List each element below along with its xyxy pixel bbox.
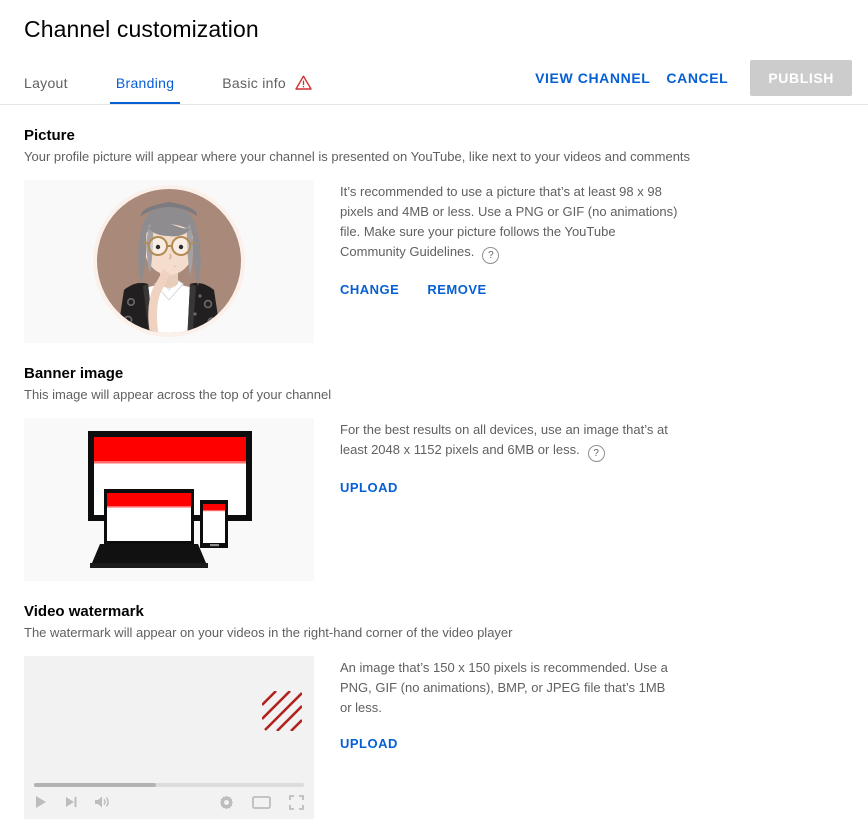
banner-image-preview[interactable] (24, 418, 314, 581)
progress-bar-fill (34, 783, 156, 787)
header-actions: VIEW CHANNEL CANCEL PUBLISH (527, 60, 852, 104)
picture-buttons: CHANGE REMOVE (340, 282, 680, 297)
upload-watermark-button[interactable]: UPLOAD (340, 736, 398, 751)
section-video-watermark: Video watermark The watermark will appea… (24, 581, 844, 819)
watermark-info-text: An image that’s 150 x 150 pixels is reco… (340, 660, 668, 715)
tab-branding[interactable]: Branding (109, 75, 181, 104)
profile-picture-preview[interactable] (24, 180, 314, 343)
watermark-buttons: UPLOAD (340, 736, 680, 751)
tab-layout-label: Layout (24, 75, 68, 91)
banner-subtitle: This image will appear across the top of… (24, 387, 332, 402)
progress-bar[interactable] (34, 783, 304, 787)
next-icon[interactable] (64, 795, 78, 809)
banner-buttons: UPLOAD (340, 480, 680, 495)
change-picture-button[interactable]: CHANGE (340, 282, 399, 297)
help-icon[interactable]: ? (587, 445, 605, 462)
picture-title: Picture (24, 127, 75, 144)
section-banner: Banner image This image will appear acro… (24, 343, 844, 581)
player-controls-right (201, 794, 304, 810)
upload-banner-button[interactable]: UPLOAD (340, 480, 398, 495)
tab-basic-info-label: Basic info (222, 75, 286, 91)
remove-picture-button[interactable]: REMOVE (427, 282, 486, 297)
volume-icon[interactable] (94, 795, 111, 809)
help-icon[interactable]: ? (482, 247, 500, 264)
warning-triangle-icon (295, 75, 312, 90)
tabs: Layout Branding Basic info (24, 58, 360, 104)
watermark-placeholder-icon (261, 690, 303, 732)
player-controls-left (34, 795, 127, 809)
banner-info-copy: For the best results on all devices, use… (340, 422, 668, 457)
section-picture: Picture Your profile picture will appear… (24, 105, 844, 343)
banner-title: Banner image (24, 365, 124, 382)
video-watermark-preview[interactable] (24, 656, 314, 819)
publish-button[interactable]: PUBLISH (750, 60, 852, 96)
watermark-info: An image that’s 150 x 150 pixels is reco… (340, 656, 680, 751)
player-controls (34, 791, 304, 813)
tab-bar: Layout Branding Basic info VIEW CHANNEL … (0, 59, 868, 105)
fullscreen-icon[interactable] (289, 794, 304, 810)
banner-info-text: For the best results on all devices, use… (340, 420, 680, 462)
watermark-subtitle: The watermark will appear on your videos… (24, 625, 513, 640)
picture-subtitle: Your profile picture will appear where y… (24, 149, 691, 164)
devices-illustration (88, 431, 252, 568)
branding-content: Picture Your profile picture will appear… (0, 105, 868, 819)
tab-branding-label: Branding (115, 75, 175, 91)
watermark-title: Video watermark (24, 603, 144, 620)
play-icon[interactable] (34, 795, 48, 809)
page-title: Channel customization (24, 16, 259, 42)
tab-basic-info[interactable]: Basic info (222, 75, 312, 104)
tab-layout[interactable]: Layout (24, 75, 68, 104)
avatar-illustration (93, 185, 245, 337)
video-player-mock (24, 656, 314, 819)
picture-info: It’s recommended to use a picture that’s… (340, 180, 680, 297)
picture-info-copy: It’s recommended to use a picture that’s… (340, 184, 678, 259)
miniplayer-icon[interactable] (252, 795, 271, 809)
active-tab-indicator (109, 102, 181, 104)
banner-info: For the best results on all devices, use… (340, 418, 680, 495)
settings-gear-icon[interactable] (219, 795, 234, 810)
view-channel-button[interactable]: VIEW CHANNEL (527, 62, 658, 94)
picture-info-text: It’s recommended to use a picture that’s… (340, 182, 680, 264)
cancel-button[interactable]: CANCEL (658, 62, 736, 94)
